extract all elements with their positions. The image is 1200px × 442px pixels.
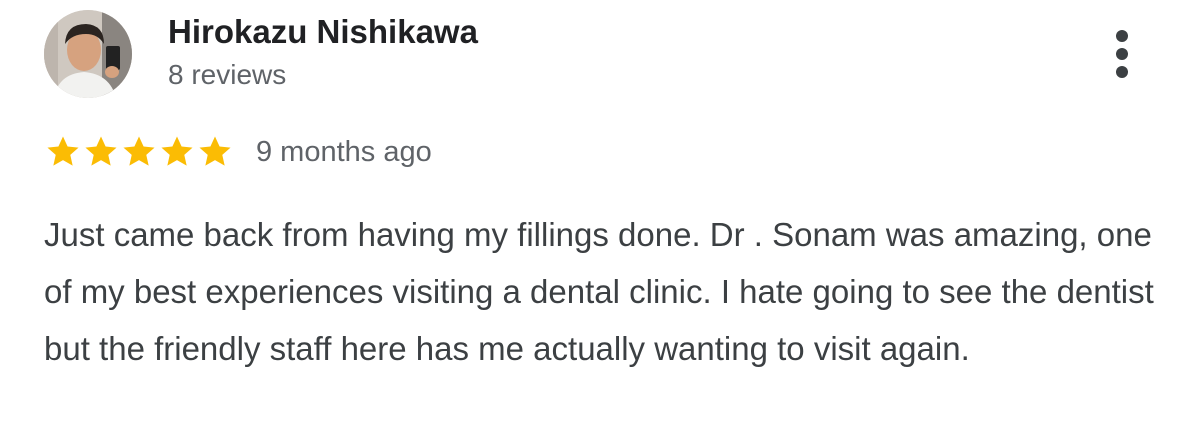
menu-dot xyxy=(1116,48,1128,60)
review-card: Hirokazu Nishikawa 8 reviews 9 months ag… xyxy=(0,0,1200,442)
rating-row: 9 months ago xyxy=(44,132,432,172)
star-icon xyxy=(44,133,82,171)
review-date: 9 months ago xyxy=(256,136,432,168)
star-icon xyxy=(82,133,120,171)
author-avatar[interactable] xyxy=(44,10,132,98)
star-rating xyxy=(44,133,234,171)
star-icon xyxy=(120,133,158,171)
menu-dot xyxy=(1116,66,1128,78)
menu-dot xyxy=(1116,30,1128,42)
star-icon xyxy=(196,133,234,171)
review-text: Just came back from having my fillings d… xyxy=(44,216,1154,367)
star-icon xyxy=(158,133,196,171)
author-review-count: 8 reviews xyxy=(168,59,287,90)
more-vert-icon[interactable] xyxy=(1106,26,1138,82)
author-name[interactable]: Hirokazu Nishikawa xyxy=(168,12,478,52)
